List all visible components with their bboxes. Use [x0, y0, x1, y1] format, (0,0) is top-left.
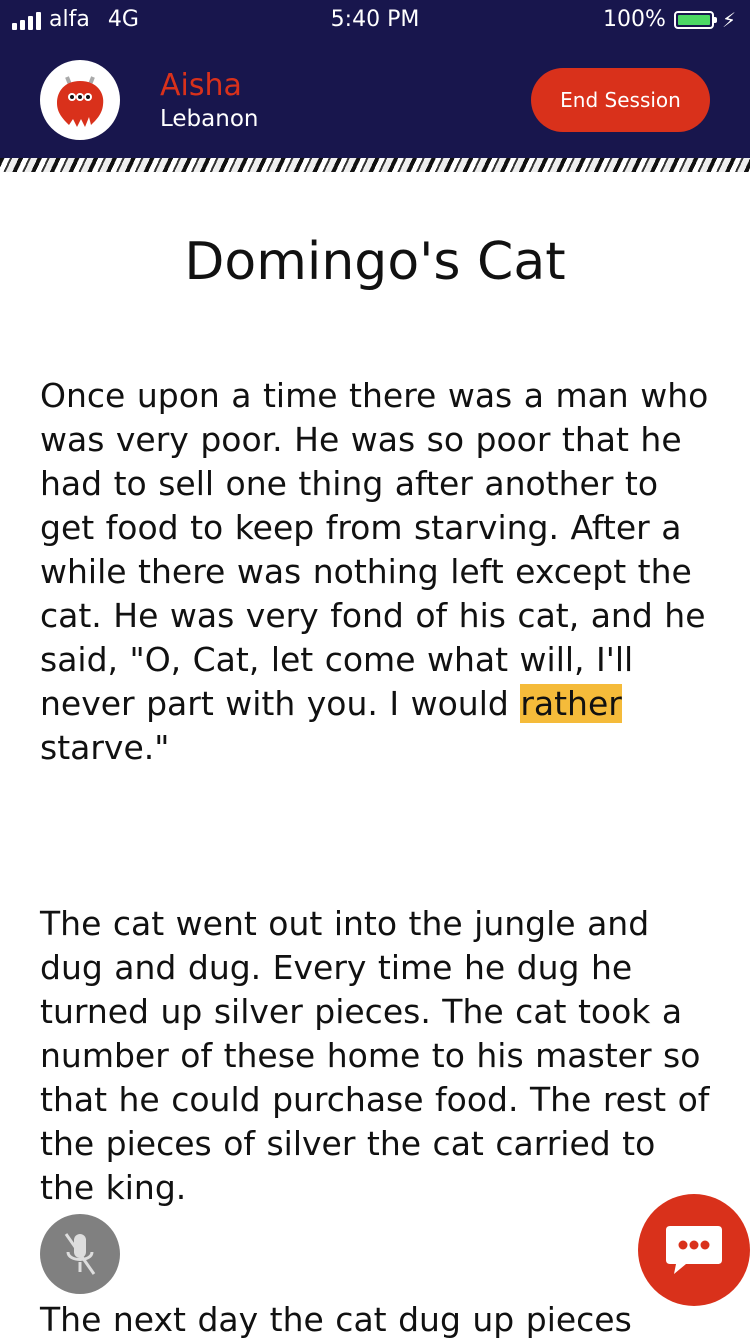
session-header: Aisha Lebanon End Session	[0, 40, 750, 162]
charging-bolt-icon: ⚡	[721, 7, 736, 32]
avatar	[40, 60, 120, 140]
end-session-button[interactable]: End Session	[531, 68, 710, 132]
story-paragraph-3: The next day the cat dug up pieces	[40, 1300, 632, 1339]
highlighted-word[interactable]: rather	[520, 684, 622, 723]
status-bar: alfa 4G 5:40 PM 100% ⚡	[0, 0, 750, 40]
story-paragraph-2: The cat went out into the jungle and dug…	[40, 904, 710, 1207]
story-paragraph-1: Once upon a time there was a man who was…	[40, 374, 720, 770]
chat-bubble-icon	[666, 1226, 722, 1274]
battery-percent: 100%	[603, 7, 666, 32]
paragraph-1-end: starve."	[40, 728, 170, 767]
microphone-muted-icon	[64, 1233, 96, 1275]
microphone-button[interactable]	[40, 1214, 120, 1294]
paragraph-1-text: Once upon a time there was a man who was…	[40, 376, 709, 723]
chat-button[interactable]	[638, 1194, 750, 1306]
red-monster-avatar-icon	[57, 76, 104, 127]
user-country: Lebanon	[160, 106, 259, 132]
battery-full-icon	[673, 10, 717, 29]
decorative-pattern-strip	[0, 158, 750, 172]
status-right: 100% ⚡	[603, 7, 736, 32]
user-name: Aisha	[160, 68, 242, 103]
story-title: Domingo's Cat	[184, 232, 566, 292]
